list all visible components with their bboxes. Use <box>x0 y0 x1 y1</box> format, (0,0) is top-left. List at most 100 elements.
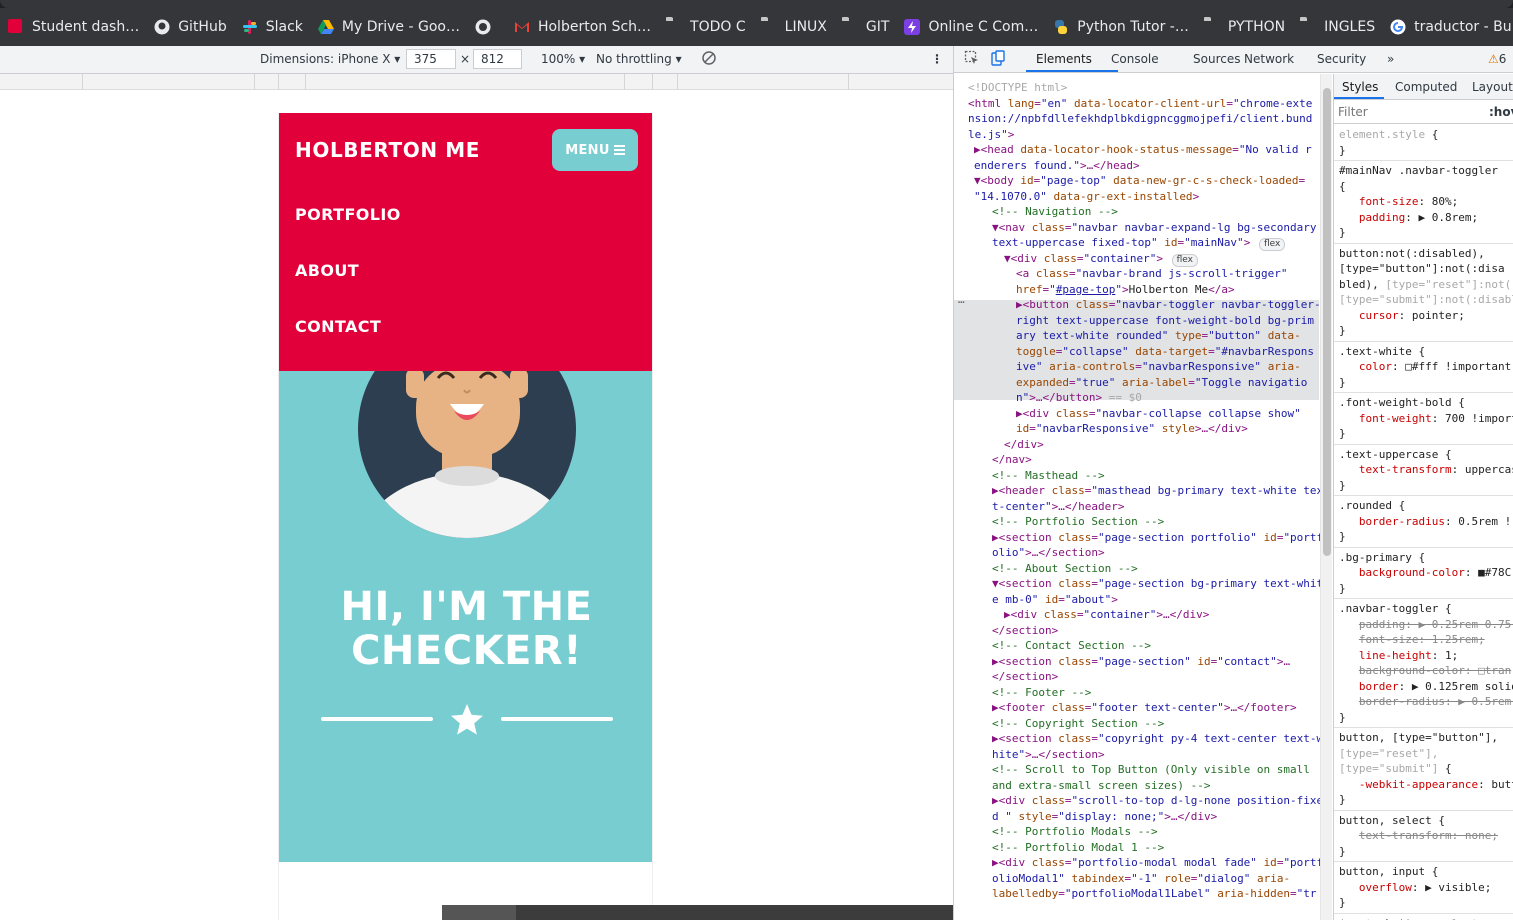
dom-node-line[interactable]: <!-- Portfolio Section --> <box>992 514 1164 530</box>
css-rule-line[interactable]: } <box>1339 581 1346 597</box>
css-rule-line[interactable]: [type="reset"], <box>1339 746 1438 762</box>
device-height-input[interactable] <box>473 49 522 69</box>
css-rule-line[interactable]: element.style { <box>1339 127 1438 143</box>
dom-node-line[interactable]: <!-- Copyright Section --> <box>992 716 1164 732</box>
css-rule-line[interactable]: #mainNav .navbar-toggler <box>1339 163 1498 179</box>
bookmark-item[interactable]: TODO C <box>658 8 753 46</box>
dom-node-line[interactable]: <a class="navbar-brand js-scroll-trigger… <box>1016 266 1288 282</box>
dom-node-line[interactable]: t-center">…</header> <box>992 499 1124 515</box>
dom-node-line[interactable]: <!DOCTYPE html> <box>968 80 1067 96</box>
css-rule-line[interactable]: button, [type="button"], <box>1339 730 1498 746</box>
dom-node-line[interactable]: olioModal1" tabindex="-1" role="dialog" … <box>992 871 1290 887</box>
bookmark-item[interactable]: Online C Com… <box>896 8 1045 46</box>
dom-node-line[interactable]: <!-- About Section --> <box>992 561 1138 577</box>
dom-node-line[interactable]: <!-- Portfolio Modals --> <box>992 824 1158 840</box>
device-toggle-icon[interactable] <box>990 50 1006 69</box>
css-rule-line[interactable]: .rounded { <box>1339 498 1405 514</box>
css-rule-line[interactable]: } <box>1339 710 1346 726</box>
scrollbar-thumb[interactable] <box>1323 88 1331 556</box>
dom-node-line[interactable]: le.js"> <box>968 127 1014 143</box>
bookmark-item[interactable]: LINUX <box>753 8 834 46</box>
css-rule-line[interactable]: } <box>1339 225 1346 241</box>
dom-node-line[interactable]: toggle="collapse" data-target="#navbarRe… <box>1016 344 1314 360</box>
css-rule-line[interactable]: padding: ▶ 0.8rem; <box>1339 210 1478 226</box>
css-rule-line[interactable]: } <box>1339 426 1346 442</box>
css-rule-line[interactable]: font-size: 80%; <box>1339 194 1458 210</box>
css-rule-line[interactable]: color: □#fff !important <box>1339 359 1511 375</box>
dom-node-line[interactable]: ▶<section class="page-section portfolio"… <box>992 530 1323 546</box>
bookmark-item[interactable]: INGLES <box>1292 8 1382 46</box>
dom-node-line[interactable]: ▶<section class="copyright py-4 text-cen… <box>992 731 1323 747</box>
css-rule-line[interactable]: button:not(:disabled), <box>1339 246 1485 262</box>
dom-node-line[interactable]: ▶<button class="navbar-toggler navbar-to… <box>1016 297 1321 313</box>
hover-state-toggle[interactable]: :hov <box>1489 104 1513 120</box>
css-rule-line[interactable]: bled), [type="reset"]:not(: <box>1339 277 1513 293</box>
tab-computed[interactable]: Computed <box>1395 79 1457 95</box>
dom-node-line[interactable]: d " style="display: none;">…</div> <box>992 809 1217 825</box>
css-rule-line[interactable]: } <box>1339 375 1346 391</box>
css-rule-line[interactable]: padding: ▶ 0.25rem 0.75re <box>1339 617 1513 633</box>
css-rule-line[interactable]: border-radius: ▶ 0.5rem; <box>1339 694 1513 710</box>
tab-sources[interactable]: Sources <box>1193 52 1240 66</box>
dom-node-line[interactable]: ▼<body id="page-top" data-new-gr-c-s-che… <box>974 173 1305 189</box>
css-rule-line[interactable]: button, input { <box>1339 864 1438 880</box>
inspect-element-icon[interactable] <box>964 50 980 69</box>
dom-node-line[interactable]: "14.1070.0" data-gr-ext-installed> <box>974 189 1199 205</box>
dom-node-line[interactable]: ▶<head data-locator-hook-status-message=… <box>974 142 1312 158</box>
rotate-icon[interactable] <box>701 50 717 69</box>
css-rule-line[interactable]: } <box>1339 143 1346 159</box>
bookmark-item[interactable]: GitHub <box>146 8 234 46</box>
css-rule-line[interactable]: .navbar-toggler { <box>1339 601 1452 617</box>
more-tabs-button[interactable]: » <box>1387 52 1394 66</box>
dom-node-line[interactable]: </div> <box>1004 437 1044 453</box>
dom-node-line[interactable]: right text-uppercase font-weight-bold bg… <box>1016 313 1314 329</box>
bookmark-item[interactable] <box>467 8 506 46</box>
taskbar-item[interactable] <box>442 905 516 920</box>
zoom-select[interactable]: 100% ▾ <box>541 52 585 66</box>
dom-node-line[interactable]: ▶<section class="page-section" id="conta… <box>992 654 1290 670</box>
dom-node-line[interactable]: nsion://npbfdllefekhdplbkdigpncggmojpefi… <box>968 111 1312 127</box>
css-rule-line[interactable]: .text-white { <box>1339 344 1425 360</box>
css-rule-line[interactable]: text-transform: none; <box>1339 828 1498 844</box>
css-rule-line[interactable]: font-weight: 700 !import <box>1339 411 1513 427</box>
tab-styles[interactable]: Styles <box>1342 79 1378 95</box>
css-rule-line[interactable]: border: ▶ 0.125rem solid <box>1339 679 1513 695</box>
dom-node-line[interactable]: ary text-white rounded" type="button" da… <box>1016 328 1301 344</box>
node-ellipsis-icon[interactable]: … <box>958 292 965 308</box>
dom-node-line[interactable]: labelledby="portfolioModal1Label" aria-h… <box>992 886 1317 902</box>
dom-node-line[interactable]: olio">…</section> <box>992 545 1105 561</box>
css-rule-line[interactable]: } <box>1339 895 1346 911</box>
css-rule-line[interactable]: cursor: pointer; <box>1339 308 1465 324</box>
dom-node-line[interactable]: ▶<div class="navbar-collapse collapse sh… <box>1016 406 1301 422</box>
css-rule-line[interactable]: input, button, select, <box>1339 916 1485 920</box>
bookmark-item[interactable]: Student dash… <box>0 8 146 46</box>
more-options-icon[interactable]: ⋮ <box>931 52 943 66</box>
css-rule-line[interactable]: } <box>1339 529 1346 545</box>
bookmark-item[interactable]: Holberton Sch… <box>506 8 658 46</box>
tab-security[interactable]: Security <box>1317 52 1366 66</box>
dom-node-line[interactable]: <html lang="en" data-locator-client-url=… <box>968 96 1312 112</box>
css-rule-line[interactable]: .bg-primary { <box>1339 550 1425 566</box>
bookmark-item[interactable]: GIT <box>834 8 897 46</box>
throttling-select[interactable]: No throttling ▾ <box>596 52 682 66</box>
dom-node-line[interactable]: ▶<footer class="footer text-center">…</f… <box>992 700 1297 716</box>
css-rule-line[interactable]: } <box>1339 323 1346 339</box>
dom-node-line[interactable]: ▼<section class="page-section bg-primary… <box>992 576 1323 592</box>
css-rule-line[interactable]: line-height: 1; <box>1339 648 1458 664</box>
dom-node-line[interactable]: ▼<div class="container"> flex <box>1004 251 1198 267</box>
css-rule-line[interactable]: [type="submit"]:not(:disabl <box>1339 292 1513 308</box>
css-rule-line[interactable]: background-color: □tran <box>1339 663 1511 679</box>
css-rule-line[interactable]: button, select { <box>1339 813 1445 829</box>
css-rule-line[interactable]: .text-uppercase { <box>1339 447 1452 463</box>
css-rule-line[interactable]: overflow: ▶ visible; <box>1339 880 1491 896</box>
menu-toggle-button[interactable]: MENU <box>552 129 638 171</box>
dom-node-line[interactable]: ▶<div class="portfolio-modal modal fade"… <box>992 855 1323 871</box>
css-rule-line[interactable]: background-color: ■#78C <box>1339 565 1511 581</box>
dom-node-line[interactable]: href="#page-top">Holberton Me</a> <box>1016 282 1235 298</box>
tab-console[interactable]: Console <box>1111 52 1159 66</box>
dom-node-line[interactable]: hite">…</section> <box>992 747 1105 763</box>
tab-network[interactable]: Network <box>1244 52 1294 66</box>
css-rule-line[interactable]: } <box>1339 478 1346 494</box>
elements-scrollbar[interactable] <box>1320 74 1332 920</box>
nav-link-portfolio[interactable]: PORTFOLIO <box>295 205 401 224</box>
